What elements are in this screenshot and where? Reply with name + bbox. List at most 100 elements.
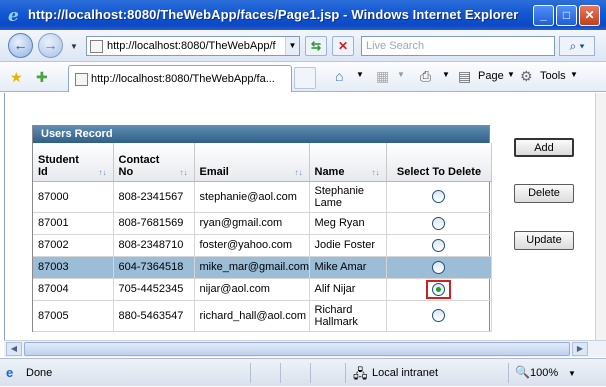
column-header-label: Student Id [38,153,79,178]
cell-email: foster@yahoo.com [194,234,310,257]
radio-wrapper [430,259,447,276]
tools-dropdown-icon[interactable]: ▼ [570,70,578,79]
sort-icon[interactable]: ↑↓ [180,168,188,177]
cell-select [386,256,492,279]
zoom-level[interactable]: 100% [530,367,558,379]
delete-select-radio[interactable] [432,238,445,252]
status-bar: e Done 🖧 Local intranet 🔍 100% ▼ [0,358,606,386]
feeds-icon[interactable]: ▦ [376,68,389,85]
add-favorites-icon[interactable]: ✚ [36,69,48,86]
forward-button[interactable]: → [38,33,63,58]
search-input[interactable]: Live Search [361,36,555,56]
refresh-icon: ⇆ [310,39,322,53]
address-toolbar: ← → ▼ http://localhost:8080/TheWebApp/f … [0,30,606,62]
radio-wrapper [430,215,447,232]
table-row[interactable]: 87002 808-2348710 foster@yahoo.com Jodie Fo… [33,234,492,257]
delete-select-radio[interactable] [432,216,445,230]
close-window-button[interactable]: ✕ [579,5,600,26]
page-menu[interactable]: Page [478,70,504,82]
refresh-button[interactable]: ⇆ [305,36,327,56]
home-icon[interactable]: ⌂ [335,68,343,84]
cell-email: richard_hall@aol.com [194,300,310,332]
table-row[interactable]: 87005 880-5463547 richard_hall@aol.com Rich… [33,300,492,332]
page-dropdown-icon[interactable]: ▼ [507,70,515,79]
print-dropdown-icon[interactable]: ▼ [442,70,450,79]
tab-title: http://localhost:8080/TheWebApp/fa... [91,73,275,85]
new-tab-button[interactable] [294,67,316,89]
tools-gear-icon: ⚙ [520,68,533,84]
radio-wrapper [430,307,447,324]
feeds-dropdown-icon[interactable]: ▼ [397,70,405,79]
vertical-scrollbar[interactable] [595,93,606,340]
home-dropdown-icon[interactable]: ▼ [356,70,364,79]
sort-icon[interactable]: ↑↓ [99,168,107,177]
scroll-thumb[interactable] [24,342,570,356]
window-title-bar: e http://localhost:8080/TheWebApp/faces/… [0,0,606,30]
cell-name: Stephanie Lame [309,181,387,213]
status-text: Done [26,367,53,379]
cell-email: ryan@gmail.com [194,212,310,235]
address-field[interactable]: http://localhost:8080/TheWebApp/f ▼ [86,36,300,56]
cell-select [386,234,492,257]
horizontal-scrollbar[interactable]: ◀ ▶ [4,340,606,357]
cell-contact: 808-2348710 [113,234,195,257]
print-icon[interactable]: ⎙ [420,68,431,85]
table-title: Users Record [33,126,489,143]
table-row[interactable]: 87004 705-4452345 nijar@aol.com Alif Nijar [33,278,492,301]
table-row[interactable]: 87000 808-2341567 stephanie@aol.com Stephan… [33,181,492,213]
update-button[interactable]: Update [514,231,574,250]
table-row[interactable]: 87001 808-7681569 ryan@gmail.com Meg Ryan [33,212,492,235]
cell-name: Jodie Foster [309,234,387,257]
cell-name: Meg Ryan [309,212,387,235]
column-header: Select To Delete [386,143,492,182]
search-icon: ⌕ ▾ [569,39,585,53]
column-header[interactable]: Email ↑↓ [194,143,310,182]
delete-select-radio[interactable] [432,260,445,274]
search-button[interactable]: ⌕ ▾ [559,36,595,56]
back-arrow-icon: ← [13,37,28,53]
column-header[interactable]: Name ↑↓ [309,143,387,182]
address-dropdown-icon[interactable]: ▼ [285,37,299,55]
table-row[interactable]: 87003 604-7364518 mike_mar@gmail.com Mike A… [33,256,492,279]
address-url[interactable]: http://localhost:8080/TheWebApp/f [107,40,277,52]
history-dropdown-icon[interactable]: ▼ [70,42,78,51]
cell-name: Alif Nijar [309,278,387,301]
column-header-label: Name [314,165,345,178]
maximize-button[interactable]: □ [556,5,577,26]
cell-id: 87002 [33,234,114,257]
delete-select-radio[interactable] [432,309,445,322]
radio-wrapper [430,237,447,254]
delete-select-radio[interactable] [432,282,445,296]
zoom-dropdown-icon[interactable]: ▼ [568,369,576,378]
local-intranet-icon: 🖧 [353,366,368,381]
security-zone[interactable]: Local intranet [372,367,438,379]
minimize-button[interactable]: _ [533,5,554,26]
column-header[interactable]: Contact No ↑↓ [113,143,195,182]
delete-button[interactable]: Delete [514,184,574,203]
stop-button[interactable]: ✕ [332,36,354,56]
back-button[interactable]: ← [8,33,33,58]
favorites-star-icon[interactable]: ★ [10,69,23,86]
cell-contact: 808-2341567 [113,181,195,213]
add-button[interactable]: Add [514,138,574,157]
column-header-label: Email [199,165,229,178]
cell-select [386,278,492,301]
window-title: http://localhost:8080/TheWebApp/faces/Pa… [28,7,519,22]
highlight-box [426,279,451,299]
cell-select [386,212,492,235]
tools-menu[interactable]: Tools [540,70,566,82]
svg-text:e: e [8,6,19,24]
radio-wrapper [430,188,447,205]
delete-select-radio[interactable] [432,190,445,203]
browser-tab[interactable]: http://localhost:8080/TheWebApp/fa... [68,65,292,92]
cell-name: Mike Amar [309,256,387,279]
cell-select [386,181,492,213]
zoom-icon: 🔍 [515,365,530,379]
sort-icon[interactable]: ↑↓ [295,168,303,177]
scroll-right-arrow-icon[interactable]: ▶ [572,342,588,356]
scroll-left-arrow-icon[interactable]: ◀ [6,342,22,356]
sort-icon[interactable]: ↑↓ [372,168,380,177]
cell-contact: 880-5463547 [113,300,195,332]
cell-id: 87005 [33,300,114,332]
column-header[interactable]: Student Id ↑↓ [33,143,114,182]
